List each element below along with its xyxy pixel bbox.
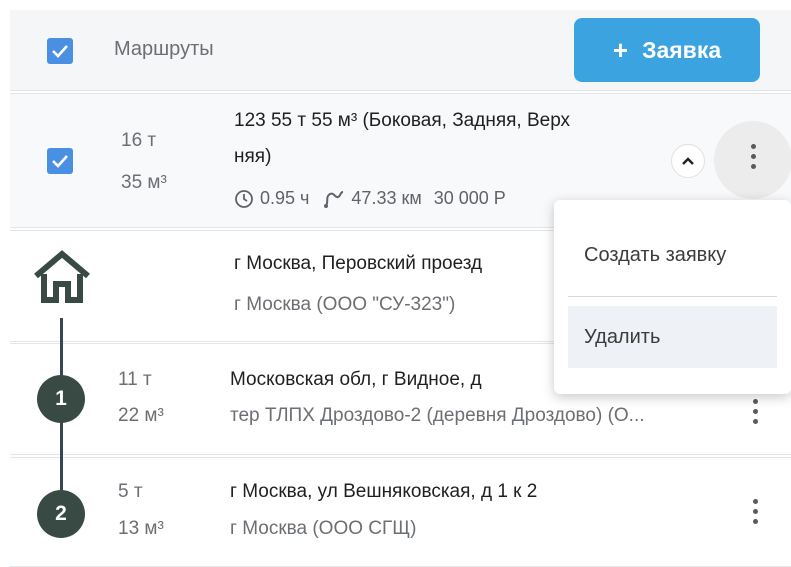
route-stats: 0.95 ч 47.33 км 30 000 Р <box>234 188 506 209</box>
stop-menu-button[interactable] <box>745 399 765 424</box>
add-request-button[interactable]: + Заявка <box>574 18 760 82</box>
route-context-menu: Создать заявку Удалить <box>554 200 791 394</box>
route-weight: 16 т <box>121 130 157 151</box>
route-time: 0.95 ч <box>260 188 310 208</box>
clock-icon <box>234 189 254 209</box>
stop-volume: 13 м³ <box>118 518 164 539</box>
stop-volume: 22 м³ <box>118 405 164 426</box>
plus-icon: + <box>612 34 629 65</box>
routes-header: Маршруты + Заявка <box>10 10 791 91</box>
stop-number-1: 1 <box>37 375 85 423</box>
stop-row-2[interactable]: 5 т 13 м³ г Москва, ул Вешняковская, д 1… <box>10 457 791 567</box>
stop-address: г Москва, ул Вешняковская, д 1 к 2 <box>230 481 538 502</box>
add-request-label: Заявка <box>642 36 722 63</box>
menu-divider <box>568 296 777 297</box>
route-price: 30 000 Р <box>433 188 506 208</box>
menu-create-request[interactable]: Создать заявку <box>568 224 777 286</box>
home-icon <box>30 248 94 311</box>
stop-weight: 5 т <box>118 481 143 502</box>
route-distance: 47.33 км <box>351 188 422 208</box>
select-all-checkbox[interactable] <box>47 38 73 64</box>
kebab-icon <box>743 144 763 169</box>
stop-company: тер ТЛПХ Дроздово-2 (деревня Дроздово) (… <box>230 405 645 426</box>
route-title-line2: няя) <box>234 146 272 167</box>
route-menu-button[interactable] <box>714 121 791 199</box>
stop-weight: 11 т <box>118 369 152 390</box>
route-checkbox[interactable] <box>47 148 73 174</box>
collapse-button[interactable] <box>671 144 705 178</box>
stop-address: г Москва, Перовский проезд <box>234 253 483 274</box>
chevron-up-icon <box>682 157 694 165</box>
stop-company: г Москва (ООО "СУ-323") <box>234 294 456 315</box>
stop-company: г Москва (ООО СГЩ) <box>230 518 417 539</box>
route-volume: 35 м³ <box>121 172 167 193</box>
stop-menu-button[interactable] <box>745 499 765 524</box>
stop-number-2: 2 <box>37 490 85 538</box>
menu-delete[interactable]: Удалить <box>568 306 777 368</box>
stop-address: Московская обл, г Видное, д <box>230 369 482 390</box>
distance-icon <box>323 189 345 209</box>
page-title: Маршруты <box>114 38 214 60</box>
route-title-line1: 123 55 т 55 м³ (Боковая, Задняя, Верх <box>234 110 571 131</box>
